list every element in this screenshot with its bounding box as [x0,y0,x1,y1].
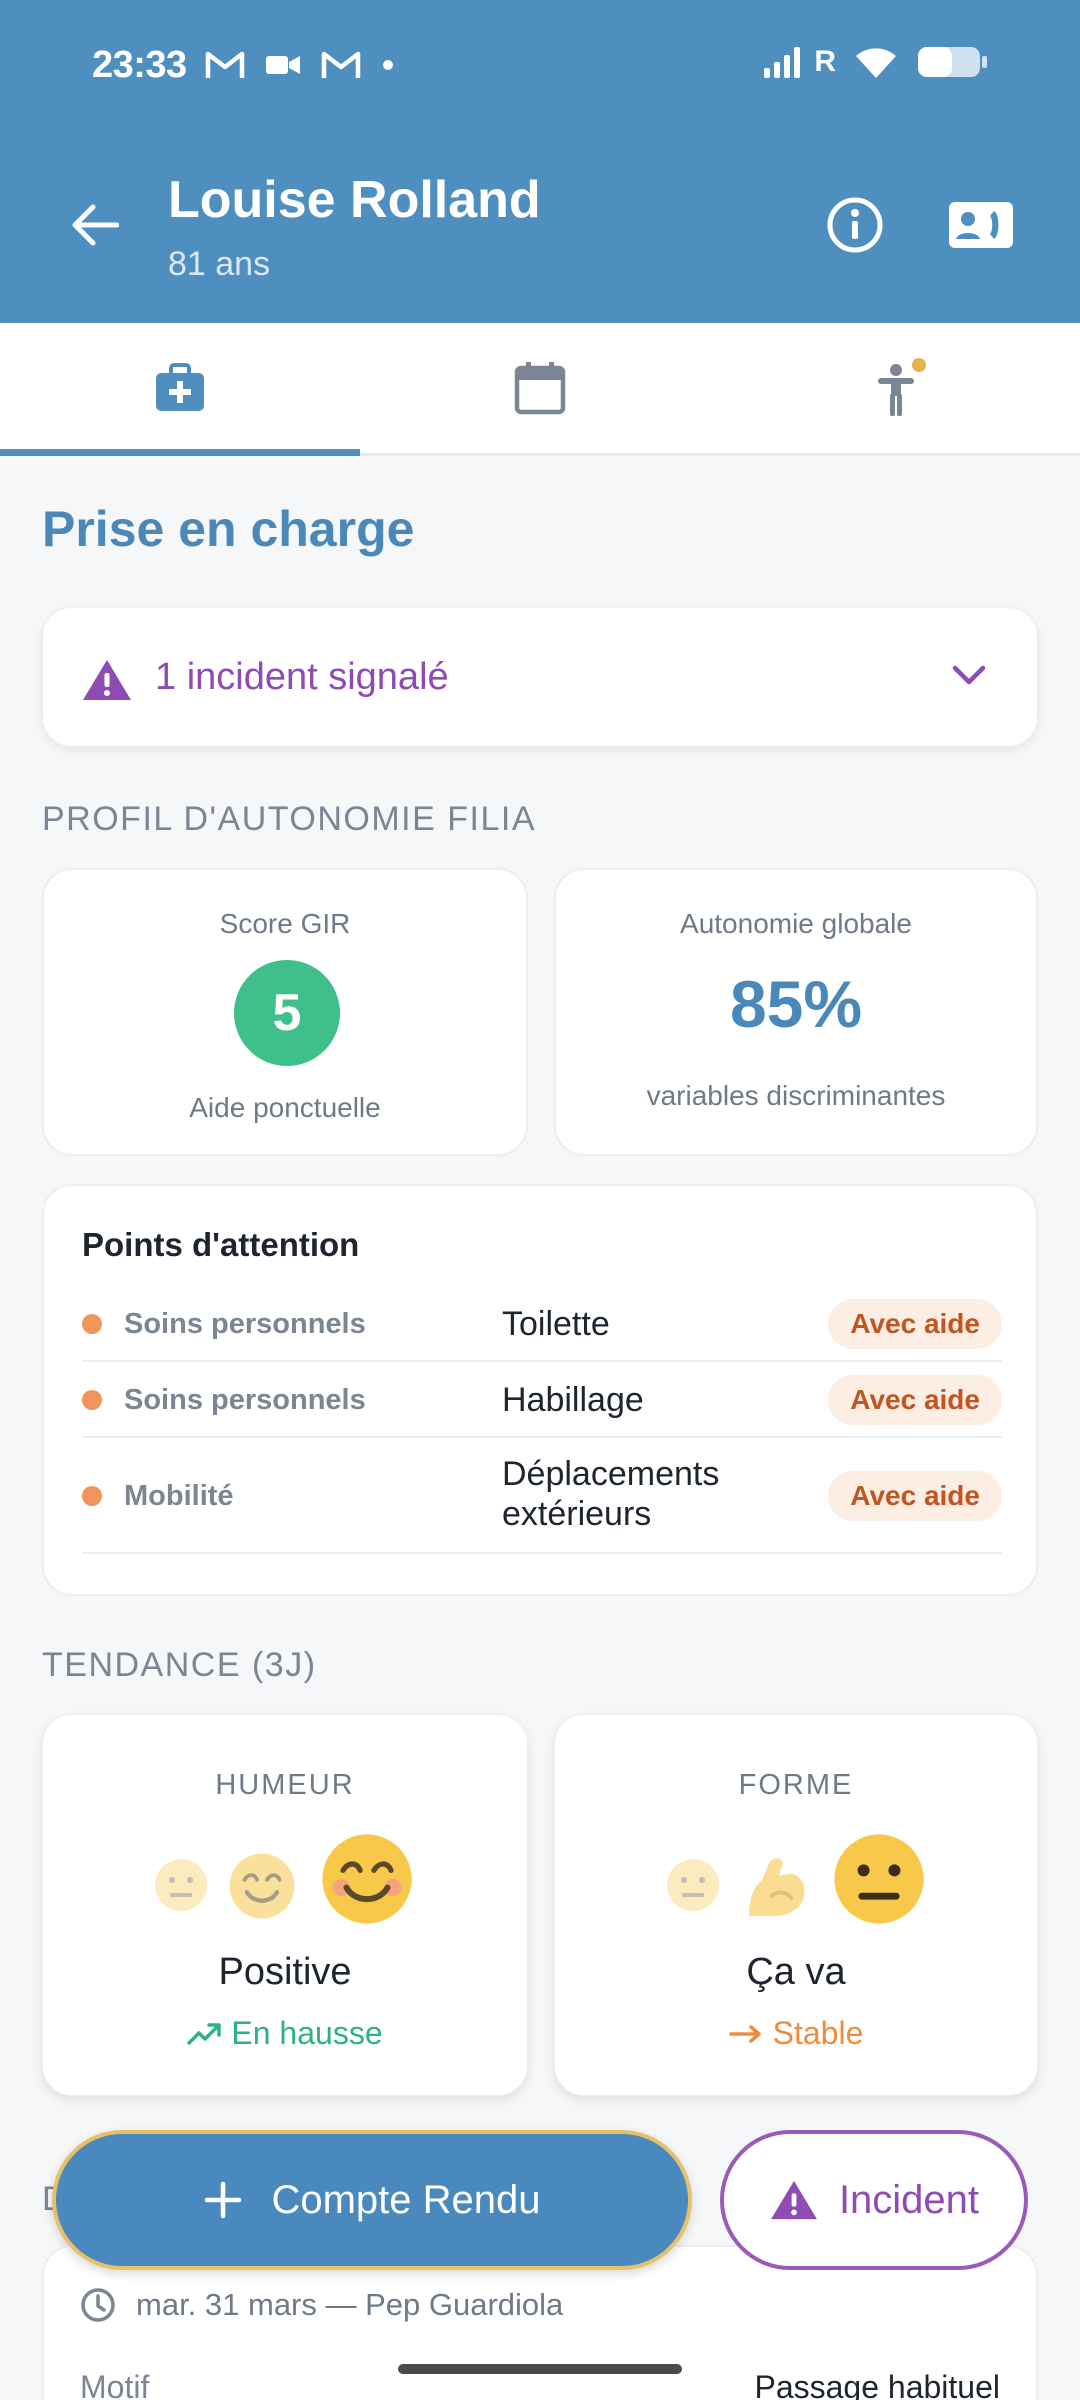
tab-bar [0,323,1080,456]
tab-autonomy[interactable] [720,323,1080,453]
status-time: 23:33 [92,44,187,86]
trending-up-icon [187,2022,222,2045]
attention-card: Points d'attention Soins personnels Toil… [42,1184,1038,1596]
form-label: FORME [738,1769,854,1801]
global-autonomy-description: variables discriminantes [646,1080,946,1111]
signal-icon [764,47,801,78]
global-autonomy-label: Autonomie globale [680,908,912,939]
back-button[interactable] [60,190,130,260]
battery-icon [918,47,987,77]
active-tab-indicator [0,449,360,456]
attention-row: Soins personnels Toilette Avec aide [82,1286,1002,1362]
attention-item: Habillage [502,1381,644,1419]
tab-care[interactable] [0,323,360,456]
form-value: Ça va [746,1951,846,1993]
mood-label: HUMEUR [215,1769,355,1801]
clock-icon [81,2288,115,2322]
gir-description: Aide ponctuelle [189,1092,381,1123]
attention-dot [82,1390,102,1410]
arrow-right-icon [728,2024,761,2043]
add-report-button[interactable]: Compte Rendu [52,2130,692,2270]
info-icon [827,197,883,253]
contact-phone-icon [949,202,1013,248]
info-button[interactable] [820,190,890,260]
status-bar: 23:33 R [0,0,1080,130]
gmail-icon [205,51,245,78]
warning-icon [771,2180,817,2220]
attention-badge: Avec aide [828,1471,1002,1521]
report-date: mar. 31 mars — Pep Guardiola [136,2287,564,2322]
flexed-bicep-icon [749,1858,805,1916]
attention-badge: Avec aide [828,1299,1002,1349]
plus-icon [205,2181,242,2219]
network-type: R [814,45,836,78]
accessibility-icon [878,358,926,416]
attention-row: Soins personnels Habillage Avec aide [82,1362,1002,1438]
mood-trend-label: En hausse [231,2015,383,2051]
gmail-icon-2 [321,51,361,78]
page-title: Prise en charge [42,501,415,557]
global-autonomy-card: Autonomie globale 85% variables discrimi… [554,868,1038,1156]
notification-dot-icon [383,60,393,70]
attention-dot [82,1314,102,1334]
mood-trend: En hausse [43,2015,527,2052]
neutral-face-icon [667,1859,719,1911]
attention-category: Mobilité [124,1480,234,1512]
attention-category: Soins personnels [124,1308,366,1340]
gir-label: Score GIR [219,908,351,939]
attention-badge: Avec aide [828,1375,1002,1425]
form-trend: Stable [555,2015,1037,2052]
incident-button[interactable]: Incident [720,2130,1028,2270]
trend-caption: TENDANCE (3J) [42,1646,317,1684]
calendar-icon [514,362,566,415]
wifi-icon [856,48,896,78]
mood-card: HUMEUR Positive En hausse [42,1714,528,2096]
smiling-face-icon [229,1853,295,1919]
attention-category: Soins personnels [124,1384,366,1416]
incident-banner[interactable]: 1 incident signalé [42,607,1038,747]
add-report-label: Compte Rendu [271,2177,541,2222]
gir-card: Score GIR 5 Aide ponctuelle [42,868,528,1156]
form-card: FORME Ça va Stable [554,1714,1038,2096]
motif-value: Passage habituel [754,2369,1000,2400]
patient-age: 81 ans [168,245,271,283]
neutral-face-large-icon [834,1834,924,1924]
mood-value: Positive [218,1951,352,1993]
attention-item: Toilette [502,1305,610,1343]
gir-score: 5 [234,960,340,1066]
tab-calendar[interactable] [360,323,720,453]
incident-button-label: Incident [838,2177,980,2222]
home-indicator[interactable] [398,2364,682,2374]
patient-name: Louise Rolland [168,171,541,229]
warning-icon [83,660,131,700]
app-header: 23:33 R Louise Rolland 81 ans [0,0,1080,323]
global-autonomy-value: 85% [729,967,863,1041]
arrow-left-icon [72,204,119,246]
attention-row: Mobilité Déplacements extérieurs Avec ai… [82,1438,1002,1554]
chevron-down-icon [952,665,986,685]
form-trend-label: Stable [772,2015,864,2051]
attention-item: Déplacements extérieurs [502,1455,720,1533]
smiling-face-large-icon [322,1834,412,1924]
attention-dot [82,1486,102,1506]
contact-card-button[interactable] [946,190,1016,260]
motif-label: Motif [80,2369,150,2400]
video-icon [266,56,300,74]
attention-title: Points d'attention [82,1226,360,1263]
incident-count: 1 incident signalé [155,656,449,698]
autonomy-caption: PROFIL D'AUTONOMIE FILIA [42,800,537,838]
neutral-face-icon [155,1859,207,1911]
medical-bag-icon [156,363,204,411]
